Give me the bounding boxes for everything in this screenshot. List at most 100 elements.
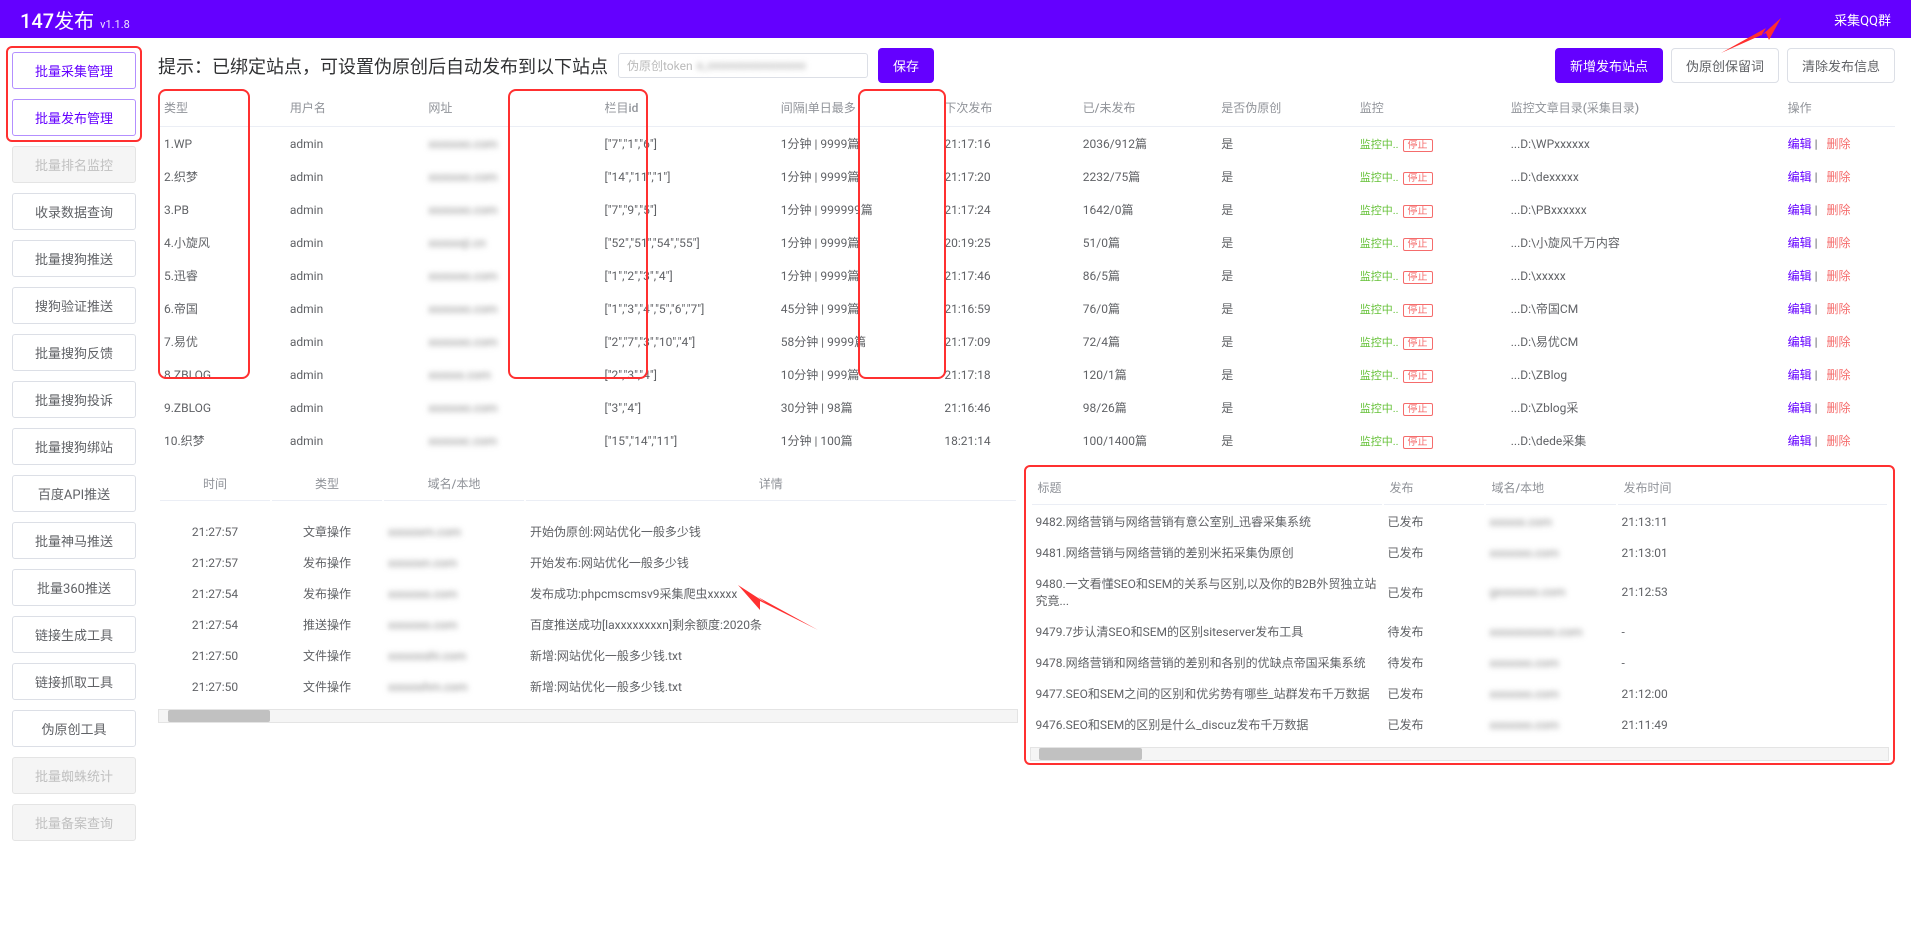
cell-pc[interactable]: 是 xyxy=(1215,127,1353,161)
edit-link[interactable]: 编辑 xyxy=(1788,434,1812,448)
sidebar-item-360[interactable]: 批量360推送 xyxy=(12,569,136,606)
new-site-button[interactable]: 新增发布站点 xyxy=(1555,48,1663,83)
sidebar-item-sogou-feedback[interactable]: 批量搜狗反馈 xyxy=(12,334,136,371)
stop-button[interactable]: 停止 xyxy=(1403,304,1433,317)
sidebar-item-linkcrawl[interactable]: 链接抓取工具 xyxy=(12,663,136,700)
delete-link[interactable]: 删除 xyxy=(1827,203,1851,217)
cell-url[interactable]: xxxxxx.com xyxy=(422,358,598,391)
token-input-wrap[interactable]: 伪原创token a_xxxxxxxxxxxxxxxxxx xyxy=(618,53,868,78)
stop-button[interactable]: 停止 xyxy=(1403,139,1433,152)
table-row[interactable]: 6.帝国adminxxxxxxo.com["1","3","4","5","6"… xyxy=(158,292,1895,325)
edit-link[interactable]: 编辑 xyxy=(1788,203,1812,217)
stop-button[interactable]: 停止 xyxy=(1403,370,1433,383)
edit-link[interactable]: 编辑 xyxy=(1788,302,1812,316)
log-detail: 新增:网站优化一般多少钱.txt xyxy=(526,641,1016,670)
delete-link[interactable]: 删除 xyxy=(1827,335,1851,349)
edit-link[interactable]: 编辑 xyxy=(1788,335,1812,349)
sidebar-item-index[interactable]: 收录数据查询 xyxy=(12,193,136,230)
sidebar-item-collect[interactable]: 批量采集管理 xyxy=(12,52,136,89)
edit-link[interactable]: 编辑 xyxy=(1788,401,1812,415)
log-type xyxy=(272,503,382,515)
stop-button[interactable]: 停止 xyxy=(1403,271,1433,284)
cell-type: 6.帝国 xyxy=(158,292,284,325)
app-header: 147发布 v1.1.8 采集QQ群 xyxy=(0,0,1911,38)
pub-status: 已发布 xyxy=(1384,507,1484,536)
delete-link[interactable]: 删除 xyxy=(1827,434,1851,448)
sidebar-item-pseudo[interactable]: 伪原创工具 xyxy=(12,710,136,747)
left-scrollbar[interactable] xyxy=(158,709,1018,723)
table-row[interactable]: 8.ZBLOGadminxxxxxx.com["2","3","4"]10分钟 … xyxy=(158,358,1895,391)
sidebar-item-publish[interactable]: 批量发布管理 xyxy=(12,99,136,136)
table-row[interactable]: 1.WPadminxxxxxxo.com["7","1","6"]1分钟 | 9… xyxy=(158,127,1895,161)
table-row[interactable]: 5.迅睿adminxxxxxxo.com["1","2","3","4"]1分钟… xyxy=(158,259,1895,292)
delete-link[interactable]: 删除 xyxy=(1827,269,1851,283)
log-row: 21:27:50文件操作xxxxxxhm.com新增:网站优化一般多少钱.txt xyxy=(160,672,1016,701)
cell-pc[interactable]: 是 xyxy=(1215,391,1353,424)
stop-button[interactable]: 停止 xyxy=(1403,205,1433,218)
table-row[interactable]: 2.织梦adminxxxxxxo.com["14","11","1"]1分钟 |… xyxy=(158,160,1895,193)
cell-type: 10.织梦 xyxy=(158,424,284,457)
cell-url[interactable]: xxxxxxo.com xyxy=(422,325,598,358)
cell-pc[interactable]: 是 xyxy=(1215,292,1353,325)
cell-url[interactable]: xxxxxxo.com xyxy=(422,160,598,193)
qq-group-link[interactable]: 采集QQ群 xyxy=(1834,10,1891,29)
sidebar-item-sogou-push[interactable]: 批量搜狗推送 xyxy=(12,240,136,277)
table-row[interactable]: 10.织梦adminxxxxxxc.com["15","14","11"]1分钟… xyxy=(158,424,1895,457)
delete-link[interactable]: 删除 xyxy=(1827,236,1851,250)
stop-button[interactable]: 停止 xyxy=(1403,337,1433,350)
save-button[interactable]: 保存 xyxy=(878,48,934,83)
sidebar-item-linkgen[interactable]: 链接生成工具 xyxy=(12,616,136,653)
pub-dom: xxxxxxo.com xyxy=(1486,648,1616,677)
delete-link[interactable]: 删除 xyxy=(1827,137,1851,151)
stop-button[interactable]: 停止 xyxy=(1403,172,1433,185)
delete-link[interactable]: 删除 xyxy=(1827,302,1851,316)
sidebar-item-baidu-api[interactable]: 百度API推送 xyxy=(12,475,136,512)
cell-pc[interactable]: 是 xyxy=(1215,358,1353,391)
cell-interval: 1分钟 | 9999篇 xyxy=(775,160,939,193)
right-scrollbar[interactable] xyxy=(1030,747,1890,761)
clear-info-button[interactable]: 清除发布信息 xyxy=(1787,48,1895,83)
edit-link[interactable]: 编辑 xyxy=(1788,236,1812,250)
cell-url[interactable]: xxxxxxo.com xyxy=(422,292,598,325)
cell-url[interactable]: xxxxxxji.cn xyxy=(422,226,598,259)
stop-button[interactable]: 停止 xyxy=(1403,403,1433,416)
stop-button[interactable]: 停止 xyxy=(1403,436,1433,449)
edit-link[interactable]: 编辑 xyxy=(1788,137,1812,151)
sidebar-item-shenma[interactable]: 批量神马推送 xyxy=(12,522,136,559)
cell-url[interactable]: xxxxxxo.com xyxy=(422,127,598,161)
cell-monitor: 监控中..停止 xyxy=(1354,325,1505,358)
table-row[interactable]: 3.PBadminxxxxxxo.com["7","9","5"]1分钟 | 9… xyxy=(158,193,1895,226)
stop-button[interactable]: 停止 xyxy=(1403,238,1433,251)
cell-user: admin xyxy=(284,226,422,259)
cell-url[interactable]: xxxxxxo.com xyxy=(422,259,598,292)
sidebar-item-sogou-verify[interactable]: 搜狗验证推送 xyxy=(12,287,136,324)
cell-pc[interactable]: 是 xyxy=(1215,226,1353,259)
cell-url[interactable]: xxxxxxc.com xyxy=(422,424,598,457)
pub-row: 9482.网络营销与网络营销有意公室别_迅睿采集系统已发布xxxxxx.com2… xyxy=(1032,507,1888,536)
sidebar-item-sogou-complain[interactable]: 批量搜狗投诉 xyxy=(12,381,136,418)
cell-pc[interactable]: 是 xyxy=(1215,424,1353,457)
table-row[interactable]: 9.ZBLOGadminxxxxxxo.com["3","4"]30分钟 | 9… xyxy=(158,391,1895,424)
cell-next: 21:17:16 xyxy=(938,127,1076,161)
cell-pc[interactable]: 是 xyxy=(1215,193,1353,226)
edit-link[interactable]: 编辑 xyxy=(1788,269,1812,283)
cell-pc[interactable]: 是 xyxy=(1215,160,1353,193)
log-row: 21:27:50文件操作xxxxxxshi.com新增:网站优化一般多少钱.tx… xyxy=(160,641,1016,670)
edit-link[interactable]: 编辑 xyxy=(1788,368,1812,382)
cell-pc[interactable]: 是 xyxy=(1215,259,1353,292)
cell-url[interactable]: xxxxxxo.com xyxy=(422,391,598,424)
token-value: a_xxxxxxxxxxxxxxxxxx xyxy=(697,59,859,72)
log-row: 21:27:54推送操作xxxxxxo.com百度推送成功[laxxxxxxxx… xyxy=(160,610,1016,639)
sidebar-item-sogou-bind[interactable]: 批量搜狗绑站 xyxy=(12,428,136,465)
cell-next: 21:17:24 xyxy=(938,193,1076,226)
cell-pc[interactable]: 是 xyxy=(1215,325,1353,358)
delete-link[interactable]: 删除 xyxy=(1827,401,1851,415)
edit-link[interactable]: 编辑 xyxy=(1788,170,1812,184)
cell-colid: ["3","4"] xyxy=(599,391,775,424)
delete-link[interactable]: 删除 xyxy=(1827,170,1851,184)
cell-url[interactable]: xxxxxxo.com xyxy=(422,193,598,226)
table-row[interactable]: 4.小旋风adminxxxxxxji.cn["52","51","54","55… xyxy=(158,226,1895,259)
delete-link[interactable]: 删除 xyxy=(1827,368,1851,382)
table-row[interactable]: 7.易优adminxxxxxxo.com["2","7","3","10","4… xyxy=(158,325,1895,358)
rh-time: 发布时间 xyxy=(1618,471,1888,505)
